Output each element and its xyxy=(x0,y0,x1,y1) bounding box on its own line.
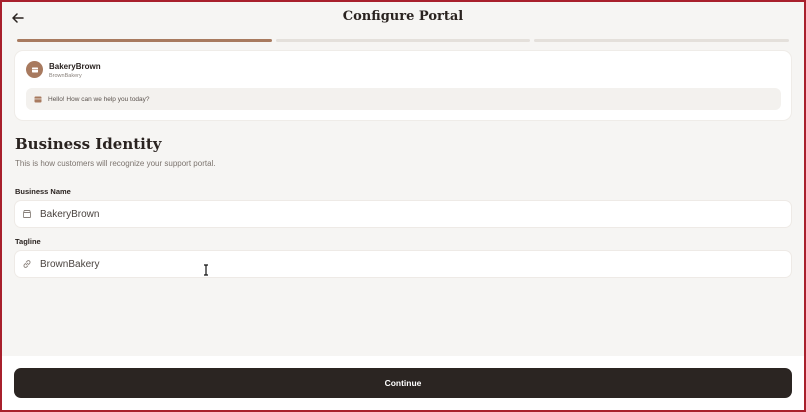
progress-step-3 xyxy=(534,39,790,42)
avatar xyxy=(26,61,43,78)
business-name-label: Business Name xyxy=(15,187,71,196)
progress-bar xyxy=(17,39,790,42)
portal-preview-card: BakeryBrown BrownBakery Hello! How can w… xyxy=(15,51,791,120)
continue-button[interactable]: Continue xyxy=(14,368,792,398)
footer: Continue xyxy=(2,356,804,410)
business-name-field[interactable] xyxy=(15,201,791,227)
tagline-label: Tagline xyxy=(15,237,41,246)
header: Configure Portal xyxy=(2,2,804,36)
link-icon xyxy=(22,259,32,269)
greeting-text: Hello! How can we help you today? xyxy=(48,95,150,103)
progress-step-2 xyxy=(275,39,531,42)
preview-brand-name: BakeryBrown xyxy=(49,62,101,71)
store-icon xyxy=(22,209,32,219)
preview-greeting-message: Hello! How can we help you today? xyxy=(26,88,781,110)
section-description: This is how customers will recognize you… xyxy=(15,159,216,168)
progress-step-1 xyxy=(17,39,272,42)
app-window: Configure Portal BakeryBrown BrownBakery… xyxy=(2,2,804,410)
tagline-field[interactable] xyxy=(15,251,791,277)
store-icon xyxy=(34,96,42,102)
page-title: Configure Portal xyxy=(342,9,464,24)
section-title: Business Identity xyxy=(15,135,162,153)
store-icon xyxy=(31,67,38,72)
tagline-input[interactable] xyxy=(40,251,791,277)
preview-brand-tagline: BrownBakery xyxy=(49,73,82,79)
text-cursor-icon xyxy=(204,264,208,276)
business-name-input[interactable] xyxy=(40,201,791,227)
